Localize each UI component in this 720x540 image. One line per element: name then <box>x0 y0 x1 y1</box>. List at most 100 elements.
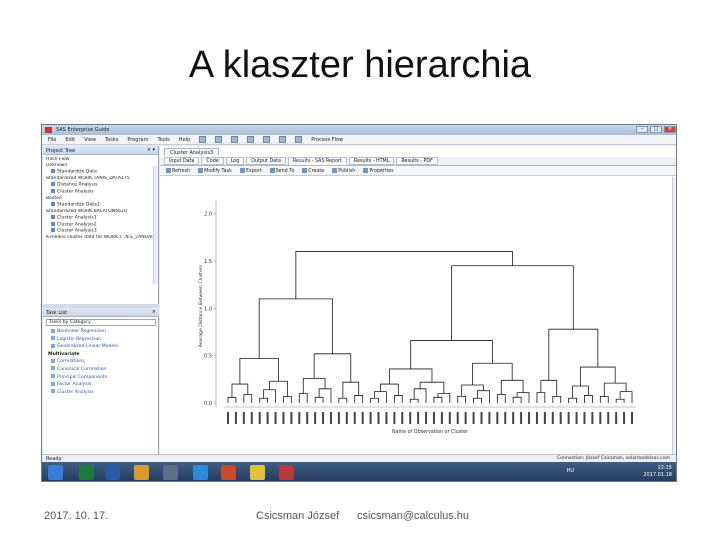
action-icon <box>198 168 204 173</box>
cut-icon[interactable] <box>247 136 255 143</box>
result-tab[interactable]: Log <box>225 157 245 165</box>
task-list-item[interactable]: Nonlinear Regression <box>43 328 159 336</box>
project-tree-scrollbar[interactable] <box>153 166 158 284</box>
task-list-item-label: Logistic Regression <box>57 336 102 342</box>
action-icon <box>332 168 338 173</box>
leaf-label-mark <box>528 412 531 424</box>
sas-taskbar-icon[interactable] <box>221 465 236 480</box>
save-icon[interactable] <box>231 136 239 143</box>
internet-explorer-icon[interactable] <box>193 465 208 480</box>
paste-icon[interactable] <box>279 136 287 143</box>
task-node-icon <box>51 221 55 226</box>
result-tab[interactable]: Code <box>201 157 224 165</box>
project-tree-item[interactable]: Standardize Data <box>46 169 155 176</box>
result-action-button[interactable]: Publish <box>332 168 355 174</box>
project-tree-item[interactable]: Standardize Data1 <box>46 201 155 209</box>
result-tab[interactable]: Results - SAS Report <box>287 157 347 165</box>
results-scrollbar[interactable] <box>672 177 676 454</box>
project-tree-item[interactable]: Cluster Analysis1 <box>46 214 155 222</box>
task-list-item[interactable]: Logistic Regression <box>43 336 159 344</box>
task-list-item[interactable]: Factor Analysis <box>43 381 159 389</box>
copy-icon[interactable] <box>263 136 271 143</box>
task-list-item[interactable]: Canonical Correlation <box>43 366 159 374</box>
task-icon <box>51 366 55 371</box>
task-list-item[interactable]: Cluster Analysis <box>43 389 159 397</box>
task-group-header[interactable]: Multivariate <box>43 351 159 359</box>
word-icon[interactable] <box>105 465 120 480</box>
project-tree-item-label: Standardize Data1 <box>57 202 100 208</box>
task-list-item[interactable]: Generalized Linear Models <box>43 343 159 351</box>
dendrogram-link <box>599 395 609 403</box>
start-icon[interactable] <box>48 465 63 480</box>
system-clock[interactable]: 22:15 2017.01.18 <box>643 465 672 479</box>
new-icon[interactable] <box>199 136 207 143</box>
menu-view[interactable]: View <box>84 137 96 143</box>
leaf-label-mark <box>250 412 253 424</box>
leaf-label-mark <box>401 412 404 424</box>
project-tree-item[interactable]: Distance Analysis <box>46 182 155 189</box>
result-action-label: Refresh <box>172 169 191 174</box>
leaf-label-mark <box>274 412 277 424</box>
leaf-label-mark <box>567 412 570 424</box>
result-action-button[interactable]: Send To <box>269 168 294 174</box>
open-icon[interactable] <box>215 136 223 143</box>
leaf-label-mark <box>599 412 602 424</box>
dendrogram-link <box>298 393 308 403</box>
result-tab[interactable]: Output Data <box>246 157 286 165</box>
dendrogram-link <box>552 395 562 403</box>
dendrogram-link <box>243 394 253 403</box>
process-flow-button[interactable]: Process Flow <box>311 137 343 143</box>
dendrogram-link <box>370 397 379 403</box>
dendrogram-link <box>295 251 513 299</box>
app-icon[interactable] <box>163 465 178 480</box>
project-tree-item-label: Unknown <box>46 163 68 169</box>
task-icon <box>51 328 55 333</box>
project-tree-item[interactable]: Cluster Analysis3 <box>46 228 155 235</box>
maximize-icon[interactable]: □ <box>650 126 662 133</box>
leaf-label-mark <box>377 412 380 424</box>
keyboard-language[interactable]: HU <box>567 468 574 474</box>
menu-file[interactable]: File <box>48 137 56 143</box>
result-action-button[interactable]: Modify Task <box>198 168 232 174</box>
task-list-item[interactable]: Correlations <box>43 358 159 366</box>
footer-date: 2017. 10. 17. <box>44 510 109 522</box>
result-tab[interactable]: Results - PDF <box>396 157 438 165</box>
result-tab[interactable]: Results - HTML <box>348 157 395 165</box>
menu-edit[interactable]: Edit <box>65 137 75 143</box>
dendrogram-link <box>496 394 506 403</box>
dendrogram-link <box>472 362 513 386</box>
menu-program[interactable]: Program <box>127 137 148 143</box>
excel-icon[interactable] <box>79 465 94 480</box>
result-action-button[interactable]: Create <box>302 168 324 174</box>
result-action-button[interactable]: Refresh <box>166 168 190 174</box>
task-list-item[interactable]: Principal Components <box>43 374 159 382</box>
minimize-icon[interactable]: – <box>636 126 648 133</box>
footer-email: csicsman@calculus.hu <box>357 510 470 522</box>
result-action-label: Publish <box>338 169 356 174</box>
task-filter-select[interactable]: Tasks by Category <box>46 319 156 326</box>
close-icon[interactable]: × <box>664 126 676 133</box>
result-action-button[interactable]: Properties <box>363 168 394 174</box>
folder-icon[interactable] <box>134 465 149 480</box>
result-action-button[interactable]: Export <box>239 168 262 174</box>
close-icon[interactable]: × <box>152 309 156 315</box>
menu-tasks[interactable]: Tasks <box>105 137 118 143</box>
task-node-icon <box>51 169 55 174</box>
menu-tools[interactable]: Tools <box>157 137 169 143</box>
delete-icon[interactable] <box>295 136 303 143</box>
task-icon <box>51 336 55 341</box>
result-tab[interactable]: Input Data <box>164 157 200 165</box>
leaf-label-mark <box>543 412 546 424</box>
project-tree-item[interactable]: Cluster Analysis2 <box>46 221 155 229</box>
close-icon[interactable]: × ▾ <box>147 147 155 153</box>
project-tree-item[interactable]: Cluster Analysis <box>46 189 155 196</box>
doc-tab-cluster-analysis[interactable]: Cluster Analysis3 <box>164 148 220 156</box>
dendrogram-link <box>619 391 633 403</box>
leaf-label-mark <box>591 412 594 424</box>
dendrogram-link <box>572 385 589 399</box>
menu-help[interactable]: Help <box>179 137 190 143</box>
presentation-icon[interactable] <box>279 465 294 480</box>
project-tree-item[interactable]: K-means cluster data for WORK.I...N.E_LA… <box>46 235 155 241</box>
chrome-icon[interactable] <box>250 465 265 480</box>
leaf-label-mark <box>631 412 633 424</box>
